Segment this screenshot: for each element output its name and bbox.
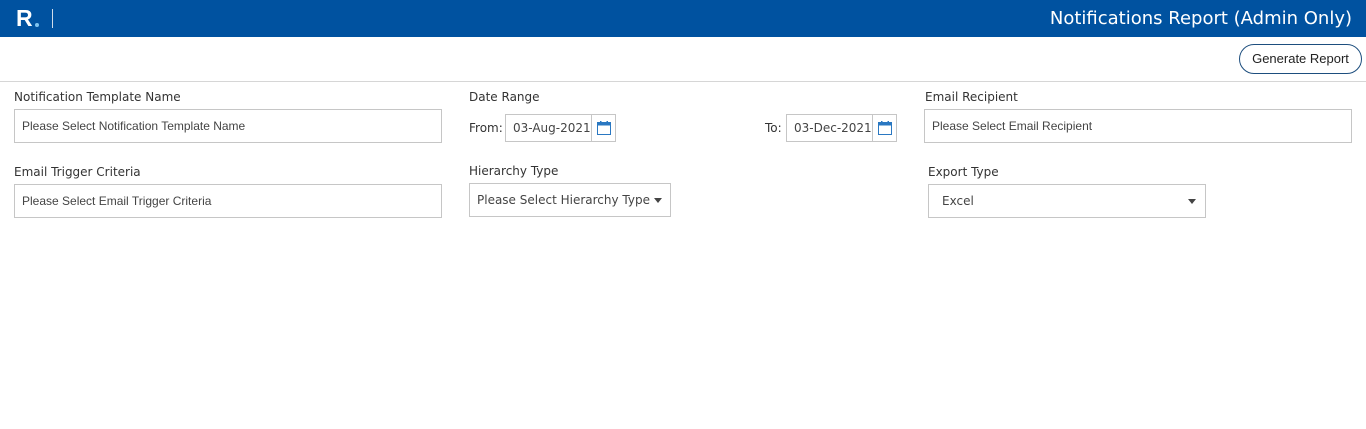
page-title: Notifications Report (Admin Only) — [1049, 8, 1352, 29]
trigger-criteria-input[interactable]: Please Select Email Trigger Criteria — [14, 184, 442, 218]
header-divider-line — [0, 81, 1366, 82]
date-range-label: Date Range — [469, 90, 540, 104]
logo-dot — [35, 23, 39, 27]
export-type-label: Export Type — [928, 165, 999, 179]
from-date-input[interactable]: 03-Aug-2021 — [505, 114, 593, 142]
hierarchy-type-select[interactable]: Please Select Hierarchy Type — [469, 183, 671, 217]
to-label: To: — [765, 121, 782, 135]
app-logo[interactable]: R — [16, 5, 33, 31]
header-divider — [52, 9, 53, 28]
from-calendar-button[interactable] — [591, 114, 616, 142]
trigger-criteria-label: Email Trigger Criteria — [14, 165, 141, 179]
calendar-icon — [878, 121, 892, 135]
to-calendar-button[interactable] — [872, 114, 897, 142]
hierarchy-type-label: Hierarchy Type — [469, 164, 559, 178]
template-name-input[interactable]: Please Select Notification Template Name — [14, 109, 442, 143]
chevron-down-icon — [1188, 199, 1196, 204]
export-type-value: Excel — [942, 194, 974, 208]
calendar-icon — [597, 121, 611, 135]
hierarchy-type-value: Please Select Hierarchy Type — [477, 193, 650, 207]
email-recipient-label: Email Recipient — [925, 90, 1018, 104]
generate-report-button[interactable]: Generate Report — [1239, 44, 1362, 74]
chevron-down-icon — [654, 198, 662, 203]
top-header-bar: R Notifications Report (Admin Only) — [0, 0, 1366, 37]
email-recipient-input[interactable]: Please Select Email Recipient — [924, 109, 1352, 143]
to-date-input[interactable]: 03-Dec-2021 — [786, 114, 874, 142]
export-type-select[interactable]: Excel — [928, 184, 1206, 218]
from-label: From: — [469, 121, 503, 135]
template-name-label: Notification Template Name — [14, 90, 181, 104]
